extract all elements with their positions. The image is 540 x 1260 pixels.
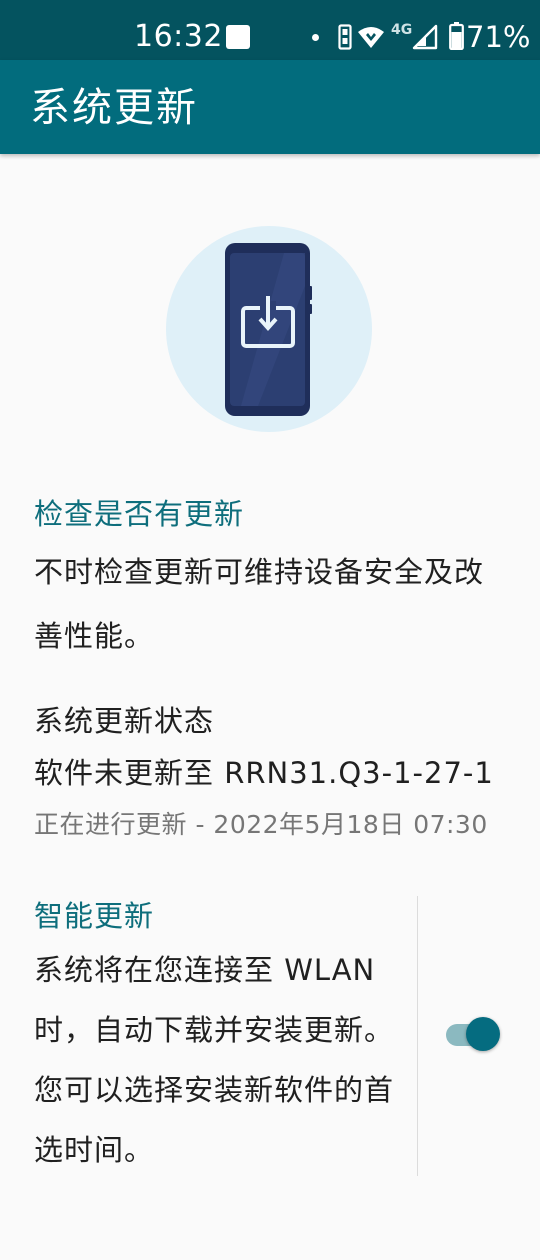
toggle-thumb [466,1017,500,1051]
update-status-title: 系统更新状态 [34,704,215,738]
check-update-heading[interactable]: 检查是否有更新 [34,496,244,532]
smart-update-heading: 智能更新 [34,899,155,933]
update-progress-note: 正在进行更新 - 2022年5月18日 07:30 [34,810,488,839]
status-bar: 16:32 4G 71% [0,0,540,60]
phone-download-icon [166,226,372,432]
divider [417,896,418,1176]
page-title: 系统更新 [30,85,198,131]
check-update-description: 不时检查更新可维持设备安全及改善性能。 [34,555,485,653]
smart-update-description: 系统将在您连接至 WLAN 时，自动下载并安装更新。您可以选择安装新软件的首选时… [34,953,395,1167]
update-status-value: 软件未更新至 RRN31.Q3-1-27-1 [34,756,494,790]
network-type-label: 4G [391,22,413,38]
dot-icon [312,34,319,41]
sim-icon [338,24,352,50]
battery-icon [449,22,464,50]
smart-update-toggle[interactable] [440,1014,506,1056]
wifi-icon [358,27,384,48]
battery-percent: 71% [466,20,531,54]
status-time: 16:32 [134,19,223,54]
notification-square-icon [226,25,250,49]
app-bar: 系统更新 [0,60,540,154]
cellular-signal-icon [412,24,438,50]
